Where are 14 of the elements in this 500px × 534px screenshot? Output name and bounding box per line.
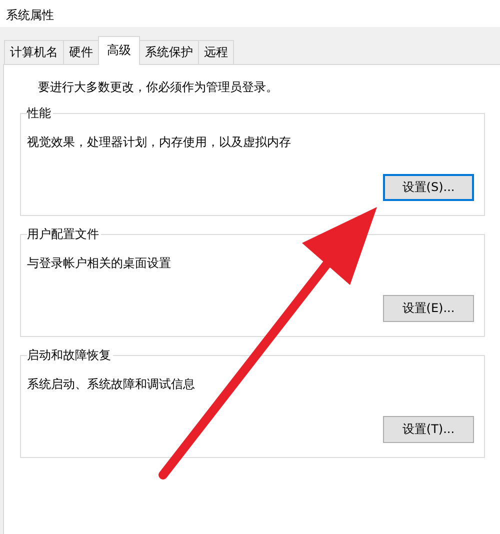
tab[interactable]: 高级 [98, 36, 140, 65]
group-title: 启动和故障恢复 [27, 347, 113, 364]
window-title: 系统属性 [0, 0, 500, 27]
settings-button[interactable]: 设置(S)... [383, 174, 474, 201]
settings-button[interactable]: 设置(T)... [383, 416, 474, 443]
group-description: 视觉效果，处理器计划，内存使用，以及虚拟内存 [27, 135, 291, 149]
group-title: 性能 [27, 105, 53, 122]
tab[interactable]: 远程 [198, 40, 234, 65]
tab[interactable]: 计算机名 [4, 40, 64, 65]
group-description: 与登录帐户相关的桌面设置 [27, 256, 171, 270]
group-description: 系统启动、系统故障和调试信息 [27, 377, 195, 391]
settings-button[interactable]: 设置(E)... [383, 295, 474, 322]
group-title: 用户配置文件 [27, 226, 101, 243]
notice-text: 要进行大多数更改，你必须作为管理员登录。 [38, 80, 278, 94]
